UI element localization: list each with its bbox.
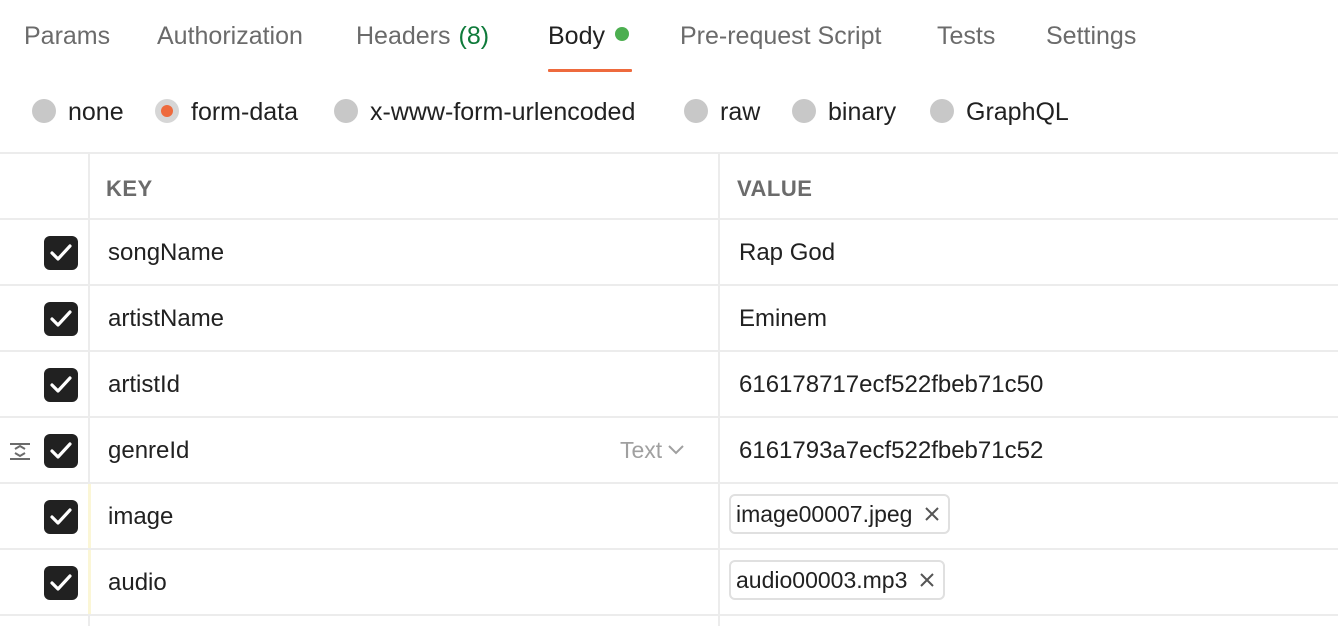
checkmark-icon: [50, 244, 72, 261]
table-row: artistId 616178717ecf522fbeb71c50: [0, 352, 1338, 418]
value-cell[interactable]: 6161793a7ecf522fbeb71c52: [739, 437, 1043, 465]
table-row: genreId Text 6161793a7ecf522fbeb71c52: [0, 418, 1338, 484]
row-enabled-checkbox[interactable]: [44, 566, 78, 600]
headers-count-badge: (8): [458, 22, 490, 50]
value-cell[interactable]: Rap God: [739, 239, 835, 267]
value-cell[interactable]: Eminem: [739, 305, 827, 333]
tab-params[interactable]: Params: [24, 22, 110, 72]
tab-label: Pre-request Script: [680, 22, 882, 50]
tab-label: Authorization: [157, 22, 303, 50]
radio-label: none: [68, 98, 124, 126]
key-type-select[interactable]: Text: [620, 437, 684, 464]
table-row: image image00007.jpeg: [0, 484, 1338, 550]
tab-headers[interactable]: Headers (8): [356, 22, 489, 72]
row-enabled-checkbox[interactable]: [44, 236, 78, 270]
value-cell[interactable]: 616178717ecf522fbeb71c50: [739, 371, 1043, 399]
tab-label: Params: [24, 22, 111, 50]
checkmark-icon: [50, 442, 72, 459]
row-enabled-checkbox[interactable]: [44, 368, 78, 402]
key-cell[interactable]: genreId: [108, 437, 189, 465]
tab-label: Body: [548, 22, 605, 50]
table-row: audio audio00003.mp3: [0, 550, 1338, 616]
row-enabled-checkbox[interactable]: [44, 434, 78, 468]
checkmark-icon: [50, 310, 72, 327]
radio-label: form-data: [191, 98, 298, 126]
checkmark-icon: [50, 508, 72, 525]
active-tab-indicator: [548, 69, 632, 72]
row-highlight: [88, 550, 91, 614]
drag-handle-icon[interactable]: [9, 440, 31, 462]
key-cell[interactable]: artistName: [108, 305, 224, 333]
body-type-selector: none form-data x-www-form-urlencoded raw…: [0, 88, 1338, 136]
radio-selected-icon: [155, 99, 179, 123]
request-tabs: Params Authorization Headers (8) Body Pre…: [0, 0, 1338, 72]
checkmark-icon: [50, 376, 72, 393]
file-name: audio00003.mp3: [736, 567, 908, 593]
radio-circle-icon: [32, 99, 56, 123]
radio-none[interactable]: none: [32, 98, 124, 126]
body-active-dot-icon: [614, 27, 629, 41]
tab-label: Settings: [1046, 22, 1137, 50]
checkmark-icon: [50, 574, 72, 591]
table-row: songName Rap God: [0, 220, 1338, 286]
key-cell[interactable]: songName: [108, 239, 224, 267]
tab-tests[interactable]: Tests: [937, 22, 995, 72]
row-enabled-checkbox[interactable]: [44, 302, 78, 336]
remove-file-icon[interactable]: [924, 496, 940, 532]
row-enabled-checkbox[interactable]: [44, 500, 78, 534]
file-chip: audio00003.mp3: [729, 560, 946, 600]
request-body-editor: Params Authorization Headers (8) Body Pre…: [0, 0, 1338, 626]
radio-label: GraphQL: [966, 98, 1069, 126]
tab-authorization[interactable]: Authorization: [157, 22, 303, 72]
tab-body[interactable]: Body: [548, 22, 632, 72]
radio-graphql[interactable]: GraphQL: [930, 98, 1069, 126]
radio-form-data[interactable]: form-data: [155, 98, 298, 126]
tab-label: Tests: [937, 22, 996, 50]
file-chip: image00007.jpeg: [729, 494, 951, 534]
tab-pre-request-script[interactable]: Pre-request Script: [680, 22, 881, 72]
file-name: image00007.jpeg: [736, 501, 913, 527]
key-cell[interactable]: artistId: [108, 371, 180, 399]
key-cell[interactable]: audio: [108, 569, 167, 597]
key-type-label: Text: [620, 437, 663, 463]
radio-label: x-www-form-urlencoded: [370, 98, 636, 126]
chevron-down-icon: [668, 445, 684, 455]
table-header-row: KEY VALUE: [0, 154, 1338, 220]
remove-file-icon[interactable]: [919, 562, 935, 598]
key-column-header: KEY: [106, 176, 153, 201]
row-highlight: [88, 484, 91, 548]
form-data-table: KEY VALUE songName Rap God artistName Em…: [0, 152, 1338, 626]
tab-label: Headers: [356, 22, 451, 50]
radio-circle-icon: [334, 99, 358, 123]
value-column-header: VALUE: [737, 176, 813, 201]
radio-label: raw: [720, 98, 761, 126]
table-row: artistName Eminem: [0, 286, 1338, 352]
radio-circle-icon: [792, 99, 816, 123]
tab-settings[interactable]: Settings: [1046, 22, 1136, 72]
radio-circle-icon: [930, 99, 954, 123]
radio-x-www-form-urlencoded[interactable]: x-www-form-urlencoded: [334, 98, 635, 126]
radio-label: binary: [828, 98, 897, 126]
radio-binary[interactable]: binary: [792, 98, 896, 126]
key-cell[interactable]: image: [108, 503, 173, 531]
radio-circle-icon: [684, 99, 708, 123]
radio-raw[interactable]: raw: [684, 98, 760, 126]
